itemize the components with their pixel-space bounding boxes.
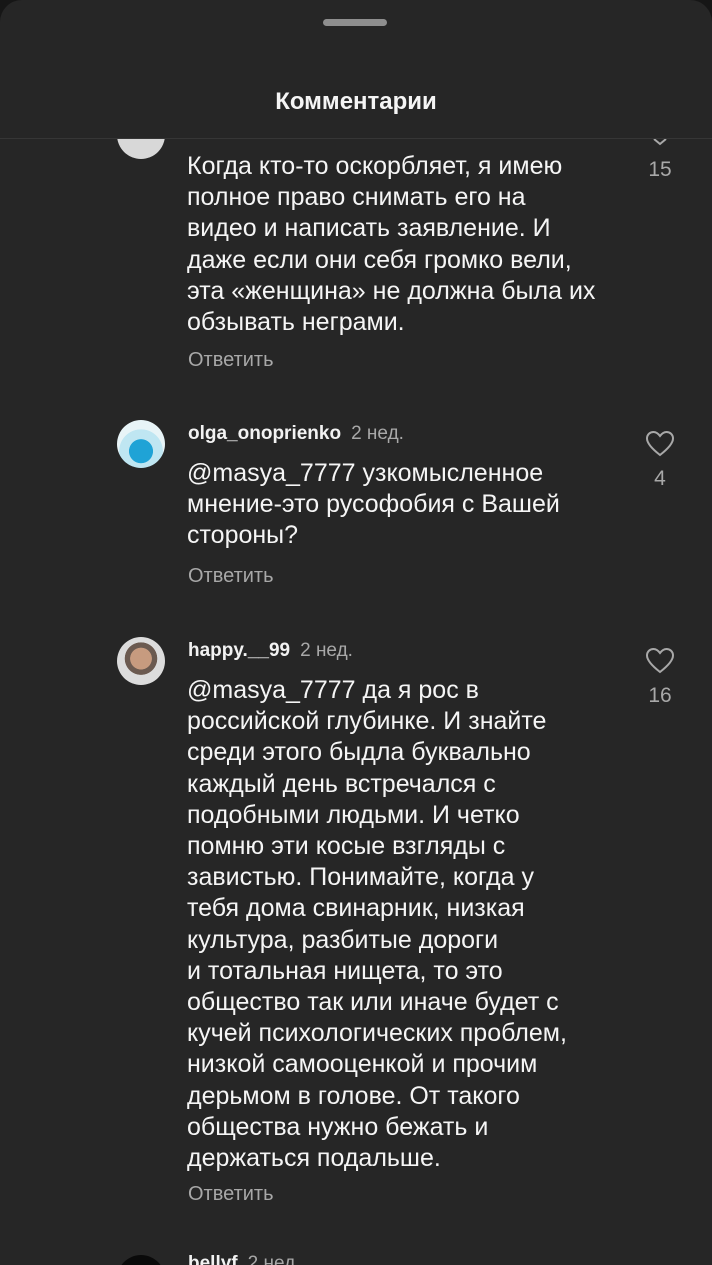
reply-button[interactable]: Ответить <box>188 349 274 372</box>
avatar[interactable] <box>117 637 165 685</box>
comment-meta: olga_onoprienko 2 нед. <box>188 423 404 445</box>
avatar[interactable] <box>117 1255 165 1265</box>
sheet-title: Комментарии <box>275 88 437 115</box>
like-count: 16 <box>648 684 672 707</box>
timestamp: 2 нед. <box>300 640 353 661</box>
reply-button[interactable]: Ответить <box>188 565 274 588</box>
comment-text: Когда кто-то оскорбляет, я имею полное п… <box>187 152 596 337</box>
avatar[interactable] <box>117 139 165 159</box>
drag-handle[interactable] <box>323 19 387 26</box>
comment-meta: bellyf 2 нед. <box>188 1253 300 1265</box>
comments-sheet: Комментарии Когда кто-то оскорбляет, я и… <box>0 0 712 1265</box>
like-count: 15 <box>648 158 672 181</box>
heart-icon[interactable] <box>646 648 674 674</box>
username[interactable]: happy.__99 <box>188 640 290 661</box>
avatar[interactable] <box>117 420 165 468</box>
chevron-icon <box>653 139 667 146</box>
comment-text: @masya_7777 узкомысленное мнение-это рус… <box>187 459 560 550</box>
timestamp: 2 нед. <box>247 1253 301 1265</box>
timestamp: 2 нед. <box>351 423 404 444</box>
comment-meta: happy.__99 2 нед. <box>188 640 353 662</box>
comments-list[interactable]: Когда кто-то оскорбляет, я имею полное п… <box>0 139 712 1265</box>
username[interactable]: olga_onoprienko <box>188 423 341 444</box>
like-count: 4 <box>654 467 666 490</box>
reply-button[interactable]: Ответить <box>188 1183 274 1206</box>
heart-icon[interactable] <box>646 431 674 457</box>
comment-text: @masya_7777 да я рос в российской глубин… <box>187 676 567 1173</box>
username[interactable]: bellyf <box>188 1253 238 1265</box>
